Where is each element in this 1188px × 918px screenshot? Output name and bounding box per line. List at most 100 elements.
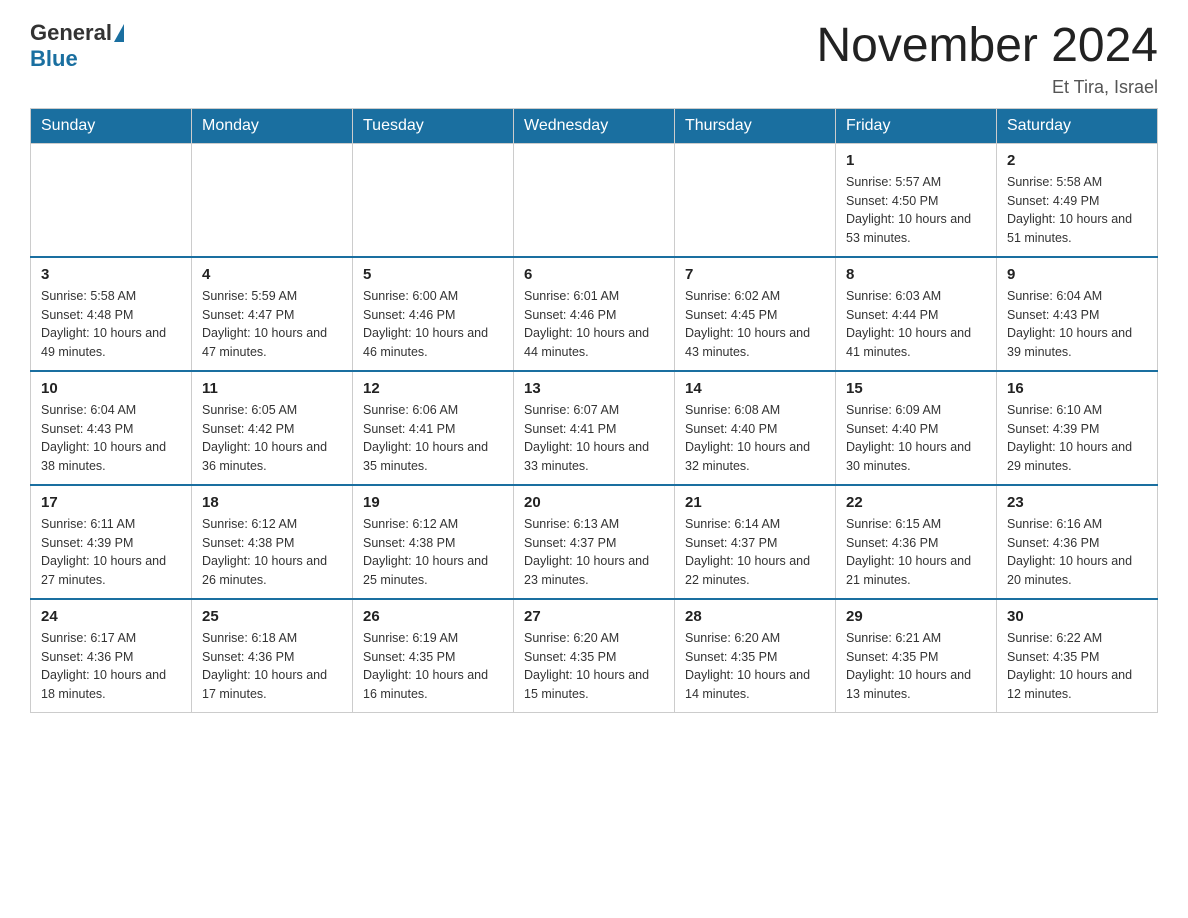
day-info: Sunrise: 6:13 AMSunset: 4:37 PMDaylight:… <box>524 515 664 590</box>
day-info: Sunrise: 6:07 AMSunset: 4:41 PMDaylight:… <box>524 401 664 476</box>
calendar-week-row: 24 Sunrise: 6:17 AMSunset: 4:36 PMDayligh… <box>31 599 1158 713</box>
calendar-table: SundayMondayTuesdayWednesdayThursdayFrid… <box>30 108 1158 713</box>
day-number: 5 <box>363 266 503 283</box>
calendar-day-cell: 8Sunrise: 6:03 AMSunset: 4:44 PMDaylight… <box>836 257 997 371</box>
calendar-day-cell: 15Sunrise: 6:09 AMSunset: 4:40 PMDayligh… <box>836 371 997 485</box>
day-info: Sunrise: 6:14 AMSunset: 4:37 PMDaylight:… <box>685 515 825 590</box>
day-number: 21 <box>685 494 825 511</box>
day-of-week-header: Thursday <box>675 108 836 143</box>
day-number: 24 <box>41 608 181 625</box>
calendar-day-cell <box>353 143 514 257</box>
day-info: Sunrise: 6:16 AMSunset: 4:36 PMDaylight:… <box>1007 515 1147 590</box>
calendar-day-cell <box>675 143 836 257</box>
calendar-day-cell: 5 Sunrise: 6:00 AMSunset: 4:46 PMDaylight… <box>353 257 514 371</box>
day-of-week-header: Friday <box>836 108 997 143</box>
day-info: Sunrise: 6:01 AMSunset: 4:46 PMDaylight:… <box>524 287 664 362</box>
day-number: 11 <box>202 380 342 397</box>
calendar-week-row: 3 Sunrise: 5:58 AMSunset: 4:48 PMDaylight… <box>31 257 1158 371</box>
day-number: 15 <box>846 380 986 397</box>
day-number: 26 <box>363 608 503 625</box>
day-info: Sunrise: 6:04 AMSunset: 4:43 PMDaylight:… <box>41 401 181 476</box>
day-info: Sunrise: 5:57 AMSunset: 4:50 PMDaylight:… <box>846 173 986 248</box>
calendar-day-cell: 23 Sunrise: 6:16 AMSunset: 4:36 PMDayligh… <box>997 485 1158 599</box>
day-number: 7 <box>685 266 825 283</box>
calendar-day-cell: 16 Sunrise: 6:10 AMSunset: 4:39 PMDayligh… <box>997 371 1158 485</box>
day-number: 25 <box>202 608 342 625</box>
day-number: 12 <box>363 380 503 397</box>
day-info: Sunrise: 5:58 AMSunset: 4:48 PMDaylight:… <box>41 287 181 362</box>
logo-blue-text: Blue <box>30 46 78 72</box>
day-info: Sunrise: 5:58 AMSunset: 4:49 PMDaylight:… <box>1007 173 1147 248</box>
day-number: 8 <box>846 266 986 283</box>
day-info: Sunrise: 6:20 AMSunset: 4:35 PMDaylight:… <box>685 629 825 704</box>
calendar-day-cell: 4Sunrise: 5:59 AMSunset: 4:47 PMDaylight… <box>192 257 353 371</box>
day-info: Sunrise: 6:08 AMSunset: 4:40 PMDaylight:… <box>685 401 825 476</box>
calendar-day-cell: 30Sunrise: 6:22 AMSunset: 4:35 PMDayligh… <box>997 599 1158 713</box>
calendar-day-cell: 29 Sunrise: 6:21 AMSunset: 4:35 PMDayligh… <box>836 599 997 713</box>
calendar-day-cell: 7Sunrise: 6:02 AMSunset: 4:45 PMDaylight… <box>675 257 836 371</box>
day-number: 23 <box>1007 494 1147 511</box>
calendar-day-cell <box>514 143 675 257</box>
calendar-day-cell: 9Sunrise: 6:04 AMSunset: 4:43 PMDaylight… <box>997 257 1158 371</box>
calendar-day-cell: 27 Sunrise: 6:20 AMSunset: 4:35 PMDayligh… <box>514 599 675 713</box>
location-text: Et Tira, Israel <box>816 77 1158 98</box>
day-number: 9 <box>1007 266 1147 283</box>
calendar-day-cell: 20Sunrise: 6:13 AMSunset: 4:37 PMDayligh… <box>514 485 675 599</box>
day-info: Sunrise: 6:21 AMSunset: 4:35 PMDaylight:… <box>846 629 986 704</box>
calendar-day-cell: 22Sunrise: 6:15 AMSunset: 4:36 PMDayligh… <box>836 485 997 599</box>
day-number: 2 <box>1007 152 1147 169</box>
day-number: 16 <box>1007 380 1147 397</box>
day-info: Sunrise: 6:19 AMSunset: 4:35 PMDaylight:… <box>363 629 503 704</box>
day-info: Sunrise: 6:20 AMSunset: 4:35 PMDaylight:… <box>524 629 664 704</box>
calendar-day-cell: 25 Sunrise: 6:18 AMSunset: 4:36 PMDayligh… <box>192 599 353 713</box>
day-number: 28 <box>685 608 825 625</box>
calendar-day-cell: 1 Sunrise: 5:57 AMSunset: 4:50 PMDaylight… <box>836 143 997 257</box>
day-of-week-header: Saturday <box>997 108 1158 143</box>
day-number: 17 <box>41 494 181 511</box>
day-number: 27 <box>524 608 664 625</box>
logo-triangle-icon <box>114 24 124 42</box>
day-number: 10 <box>41 380 181 397</box>
calendar-day-cell: 11 Sunrise: 6:05 AMSunset: 4:42 PMDayligh… <box>192 371 353 485</box>
page-header: General Blue November 2024 Et Tira, Isra… <box>30 20 1158 98</box>
logo: General Blue <box>30 20 126 72</box>
calendar-day-cell: 3 Sunrise: 5:58 AMSunset: 4:48 PMDaylight… <box>31 257 192 371</box>
calendar-week-row: 17 Sunrise: 6:11 AMSunset: 4:39 PMDayligh… <box>31 485 1158 599</box>
calendar-day-cell: 14 Sunrise: 6:08 AMSunset: 4:40 PMDayligh… <box>675 371 836 485</box>
day-info: Sunrise: 6:18 AMSunset: 4:36 PMDaylight:… <box>202 629 342 704</box>
day-info: Sunrise: 6:17 AMSunset: 4:36 PMDaylight:… <box>41 629 181 704</box>
day-of-week-header: Wednesday <box>514 108 675 143</box>
calendar-day-cell: 24 Sunrise: 6:17 AMSunset: 4:36 PMDayligh… <box>31 599 192 713</box>
day-info: Sunrise: 6:06 AMSunset: 4:41 PMDaylight:… <box>363 401 503 476</box>
day-info: Sunrise: 5:59 AMSunset: 4:47 PMDaylight:… <box>202 287 342 362</box>
calendar-day-cell <box>192 143 353 257</box>
day-info: Sunrise: 6:11 AMSunset: 4:39 PMDaylight:… <box>41 515 181 590</box>
day-number: 29 <box>846 608 986 625</box>
day-number: 19 <box>363 494 503 511</box>
day-number: 14 <box>685 380 825 397</box>
calendar-day-cell: 13 Sunrise: 6:07 AMSunset: 4:41 PMDayligh… <box>514 371 675 485</box>
day-info: Sunrise: 6:05 AMSunset: 4:42 PMDaylight:… <box>202 401 342 476</box>
calendar-day-cell: 12 Sunrise: 6:06 AMSunset: 4:41 PMDayligh… <box>353 371 514 485</box>
calendar-day-cell: 2 Sunrise: 5:58 AMSunset: 4:49 PMDaylight… <box>997 143 1158 257</box>
calendar-day-cell: 18Sunrise: 6:12 AMSunset: 4:38 PMDayligh… <box>192 485 353 599</box>
day-number: 1 <box>846 152 986 169</box>
calendar-day-cell <box>31 143 192 257</box>
title-block: November 2024 Et Tira, Israel <box>816 20 1158 98</box>
calendar-day-cell: 10 Sunrise: 6:04 AMSunset: 4:43 PMDayligh… <box>31 371 192 485</box>
calendar-day-cell: 17 Sunrise: 6:11 AMSunset: 4:39 PMDayligh… <box>31 485 192 599</box>
calendar-header-row: SundayMondayTuesdayWednesdayThursdayFrid… <box>31 108 1158 143</box>
calendar-day-cell: 28 Sunrise: 6:20 AMSunset: 4:35 PMDayligh… <box>675 599 836 713</box>
logo-general-text: General <box>30 20 112 46</box>
day-number: 3 <box>41 266 181 283</box>
calendar-day-cell: 21 Sunrise: 6:14 AMSunset: 4:37 PMDayligh… <box>675 485 836 599</box>
calendar-week-row: 10 Sunrise: 6:04 AMSunset: 4:43 PMDayligh… <box>31 371 1158 485</box>
day-number: 13 <box>524 380 664 397</box>
calendar-day-cell: 6 Sunrise: 6:01 AMSunset: 4:46 PMDaylight… <box>514 257 675 371</box>
day-number: 6 <box>524 266 664 283</box>
day-info: Sunrise: 6:00 AMSunset: 4:46 PMDaylight:… <box>363 287 503 362</box>
day-number: 22 <box>846 494 986 511</box>
month-title: November 2024 <box>816 20 1158 73</box>
day-info: Sunrise: 6:12 AMSunset: 4:38 PMDaylight:… <box>363 515 503 590</box>
day-info: Sunrise: 6:10 AMSunset: 4:39 PMDaylight:… <box>1007 401 1147 476</box>
